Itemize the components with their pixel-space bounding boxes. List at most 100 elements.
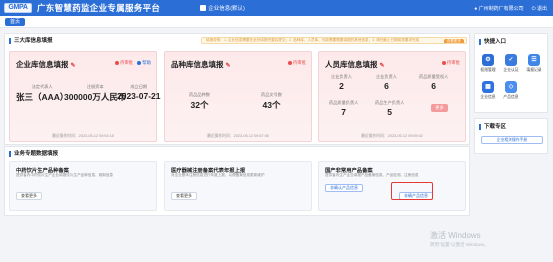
info-fill-panel: 三大库信息填报 填报说明：1. 企业信息需要在此处填报完整后提交；2. 品种库、… <box>4 33 470 145</box>
confirm-product-button[interactable]: 非确认产品信息 <box>325 184 363 192</box>
stat-value: 6 <box>384 81 389 91</box>
review-link-label: 待审批 <box>446 60 460 65</box>
topic-desc: 提供省内生产企业填报产品备案信息、产品检测、注册信息 <box>325 173 419 177</box>
stat-person: 企业负责人 2 <box>331 74 352 91</box>
stat-label: 药品质量负责人 <box>329 100 359 105</box>
stat-varieties: 药品品种数 32个 <box>189 92 210 111</box>
stat-value: 2023-07-21 <box>117 91 161 101</box>
review-dot-icon <box>287 60 292 65</box>
record-icon: ☰ <box>528 54 540 66</box>
notice-text: 填报说明：1. 企业信息需要在此处填报完整后提交；2. 品种库、人员库、可能需要… <box>206 38 420 42</box>
review-link[interactable]: 待审批 <box>441 60 460 66</box>
app-logo: GMPA <box>4 3 32 13</box>
stat-value: 32个 <box>190 100 209 110</box>
card-links: 待审批 帮助 <box>115 60 151 66</box>
review-dot-icon <box>115 60 120 65</box>
card-links: 待审批 <box>287 60 306 66</box>
edit-icon[interactable]: ✎ <box>226 63 231 69</box>
topic-more-button[interactable]: 查看更多 <box>16 192 42 200</box>
product-icon: ◇ <box>505 81 517 93</box>
card-title: 人员库信息填报 ✎ <box>325 59 385 70</box>
topic-more-button[interactable]: 查看更多 <box>171 192 197 200</box>
stat-label: 企业负责人 <box>376 74 397 79</box>
stat-value: 43个 <box>262 100 281 110</box>
tab-bar: 首页 <box>0 16 553 28</box>
help-link-label: 帮助 <box>142 60 151 65</box>
help-link[interactable]: 帮助 <box>137 60 151 66</box>
quick-entry-label: 权限管理 <box>480 68 496 72</box>
top-right: ● 广州制药厂有限公司 ⏻ 退出 <box>474 0 547 16</box>
download-title: 下载专区 <box>479 124 506 130</box>
stat-person: 药品生产负责人 5 <box>375 100 404 117</box>
certificate-icon: ✓ <box>505 54 517 66</box>
card-title-text: 品种库信息填报 <box>171 60 224 69</box>
card-title-text: 企业库信息填报 <box>16 60 69 69</box>
org-switch[interactable]: 企业信息(默认) <box>200 4 245 12</box>
quick-entry-enterprise[interactable]: ▦ 企业信息 <box>477 81 499 100</box>
panel-title: 三大库信息填报 <box>9 38 53 44</box>
review-link-label: 待审批 <box>120 60 134 65</box>
logout-label: 退出 <box>536 5 547 12</box>
app-title: 广东智慧药监企业专属服务平台 <box>37 3 161 13</box>
card-links: 待审批 <box>441 60 460 66</box>
quick-entry-title: 快捷入口 <box>479 39 506 45</box>
quick-entry-label: 填报记录 <box>526 68 542 72</box>
review-link-label: 待审批 <box>292 60 306 65</box>
help-dot-icon <box>137 60 142 65</box>
tab-home[interactable]: 首页 <box>5 18 25 26</box>
user-name: 广州制药厂有限公司 <box>478 5 524 12</box>
stat-approvals: 药品文号数 43个 <box>261 92 282 111</box>
review-link[interactable]: 待审批 <box>115 60 133 66</box>
stat-label: 法定代表人 <box>31 84 53 89</box>
panel-title: 业务专题数据填报 <box>9 151 58 157</box>
update-time: 最近操作时间：2023-05-12 09:59:02 <box>361 134 423 138</box>
stat-label: 药品文号数 <box>261 92 282 97</box>
org-icon <box>200 5 207 11</box>
update-time: 最近操作时间：2023-05-12 09:54:15 <box>52 134 114 138</box>
quick-entry-certification[interactable]: ✓ 企业认证 <box>500 54 522 73</box>
user-menu[interactable]: ● 广州制药厂有限公司 <box>474 5 523 12</box>
stat-label: 企业负责人 <box>331 74 352 79</box>
quick-entry-records[interactable]: ☰ 填报记录 <box>523 54 545 73</box>
stat-label: 药品质量受权人 <box>419 74 449 79</box>
special-topic-panel: 业务专题数据填报 中药饮片生产品种备案 提供省内中药饮片生产企业填报饮片生产品种… <box>4 146 470 216</box>
edit-icon[interactable]: ✎ <box>71 63 76 69</box>
review-dot-icon <box>441 60 446 65</box>
logout-button[interactable]: ⏻ 退出 <box>532 5 547 12</box>
topic-desc: 提供省内中药饮片生产企业填报饮片生产品种信息、炮制信息 <box>16 173 114 177</box>
review-link[interactable]: 待审批 <box>287 60 306 66</box>
update-time: 最近操作时间：2023-05-12 09:57:06 <box>207 134 269 138</box>
quick-entry-permission[interactable]: ⚙ 权限管理 <box>477 54 499 73</box>
stat-founded: 成立日期 2023-07-21 <box>117 84 160 101</box>
quick-entry-label: 产品信息 <box>503 95 519 99</box>
quick-entry-product[interactable]: ◇ 产品信息 <box>500 81 522 100</box>
key-icon: ⚙ <box>482 54 494 66</box>
quick-entry-label: 企业信息 <box>480 95 496 99</box>
download-panel: 下载专区 企业相关操作手册 <box>474 118 548 154</box>
stat-value: 5 <box>387 107 393 117</box>
card-title: 企业库信息填报 ✎ <box>16 59 76 70</box>
stat-value: 6 <box>431 81 437 91</box>
org-switch-label: 企业信息(默认) <box>208 6 245 12</box>
stat-person: 企业负责人 6 <box>376 74 397 91</box>
stat-person: 药品质量负责人 7 <box>329 100 358 117</box>
stat-value: 7 <box>341 107 347 117</box>
stat-value: 张三（AAA） <box>16 92 69 102</box>
more-button[interactable]: 更多 <box>431 104 448 112</box>
topic-card: 中药饮片生产品种备案 提供省内中药饮片生产企业填报饮片生产品种信息、炮制信息 查… <box>9 161 157 211</box>
quick-entry-panel: 快捷入口 ⚙ 权限管理 ✓ 企业认证 ☰ 填报记录 ▦ 企业信息 ◇ 产品信息 <box>474 33 548 113</box>
top-bar: GMPA 广东智慧药监企业专属服务平台 企业信息(默认) ● 广州制药厂有限公司… <box>0 0 553 16</box>
watermark-line2: 转到“设置”以激活 Windows。 <box>430 242 489 247</box>
stat-legal-rep: 法定代表人 张三（AAA） <box>16 84 68 103</box>
edit-icon[interactable]: ✎ <box>380 63 385 69</box>
personnel-card: 人员库信息填报 ✎ 待审批 企业负责人 2 企业负责人 6 药品质量受权人 6 药… <box>318 51 466 142</box>
stat-person: 药品质量受权人 6 <box>419 74 448 91</box>
topic-desc: 对企业基本注册信息进行年度上报，以便备案信息更新维护 <box>171 173 265 177</box>
highlight-box <box>391 182 433 200</box>
quick-entry-label: 企业认证 <box>503 68 519 72</box>
manual-download-link[interactable]: 企业相关操作手册 <box>481 136 543 144</box>
notice-bar: 填报说明：1. 企业信息需要在此处填报完整后提交；2. 品种库、人员库、可能需要… <box>201 37 467 44</box>
notice-more-button[interactable]: 查看更多 <box>443 38 464 43</box>
card-title-text: 人员库信息填报 <box>325 60 378 69</box>
stat-label: 药品品种数 <box>189 92 210 97</box>
